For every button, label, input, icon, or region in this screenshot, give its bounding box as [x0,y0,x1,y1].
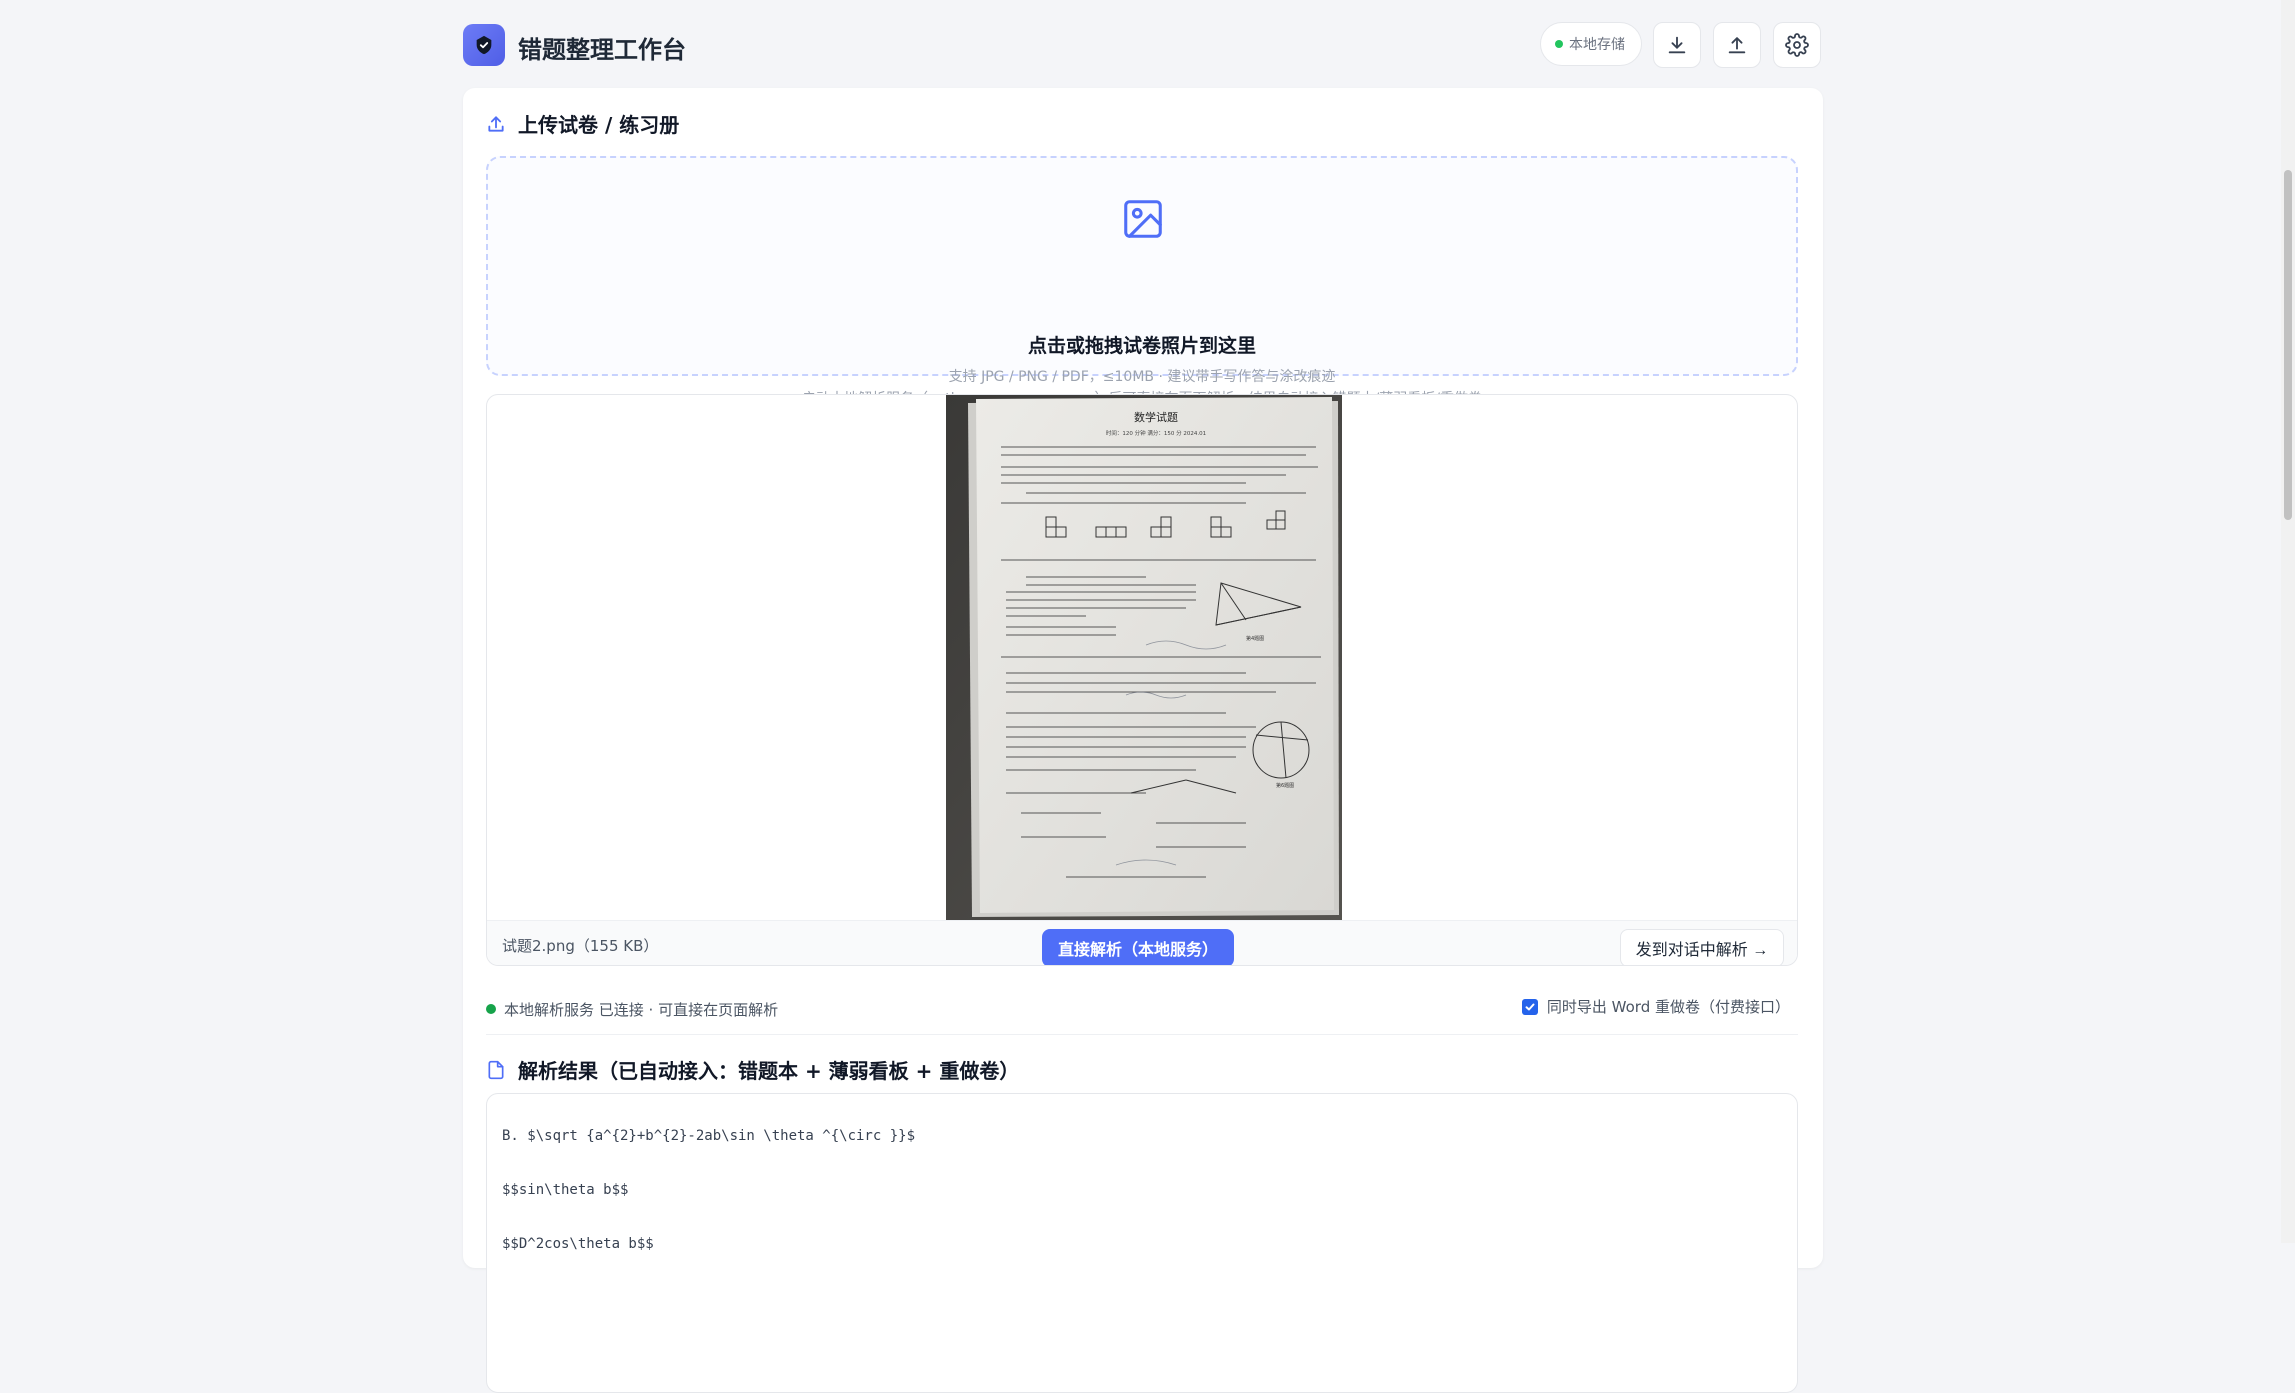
upload-section-title: 上传试卷 / 练习册 [518,113,680,137]
section-divider [486,1034,1798,1035]
exam-subtitle-text: 时间：120 分钟 满分：150 分 2024.01 [1106,429,1206,437]
image-preview-panel: 数学试题 时间：120 分钟 满分：150 分 2024.01 第4题图 第6题… [486,394,1798,966]
exam-photo-drawing: 数学试题 时间：120 分钟 满分：150 分 2024.01 第4题图 第6题… [946,395,1342,920]
exam-title-text: 数学试题 [1134,410,1178,424]
word-export-label: 同时导出 Word 重做卷（付费接口） [1546,998,1790,1016]
document-icon [488,1060,504,1079]
dropzone-title: 点击或拖拽试卷照片到这里 [1027,335,1256,357]
upload-dropzone[interactable]: 点击或拖拽试卷照片到这里 支持 JPG / PNG / PDF，≤10MB · … [486,156,1798,407]
word-export-toggle[interactable]: 同时导出 Word 重做卷（付费接口） [1521,996,1790,1017]
parse-result-output[interactable]: B. $\sqrt {a^{2}+b^{2}-2ab\sin \theta ^{… [486,1093,1798,1393]
app-logo [463,24,505,66]
result-line: $$D^2cos\theta b$$ [502,1236,654,1252]
storage-badge: 本地存储 [1540,22,1642,66]
file-name-label: 试题2.png（155 KB） [502,937,659,955]
result-section-title: 解析结果（已自动接入：错题本 + 薄弱看板 + 重做卷） [518,1059,1020,1083]
fig-label-text: 第4题图 [1246,635,1264,642]
result-line: $$sin\theta b$$ [502,1182,629,1198]
service-status-row: 本地解析服务 已连接 · 可直接在页面解析 同时导出 Word 重做卷（付费接口… [486,996,1798,1020]
top-bar: 错题整理工作台 本地存储 [463,22,1823,68]
download-button[interactable] [1653,22,1701,68]
fig-label-text-2: 第6题图 [1276,782,1294,789]
upload-button[interactable] [1713,22,1761,68]
storage-badge-label: 本地存储 [1569,37,1625,53]
shield-icon [476,35,492,55]
preview-actions-bar: 试题2.png（155 KB） 直接解析（本地服务） 发到对话中解析 → [487,920,1797,965]
scrollbar-track[interactable] [2281,0,2295,1243]
direct-parse-button[interactable]: 直接解析（本地服务） [1042,929,1234,965]
result-line: B. $\sqrt {a^{2}+b^{2}-2ab\sin \theta ^{… [502,1128,916,1144]
image-icon [1120,196,1166,246]
app-title: 错题整理工作台 [518,36,686,64]
word-export-checkbox[interactable] [1521,998,1538,1015]
status-dot [1555,40,1563,48]
service-status-dot [486,1004,496,1014]
download-icon [1668,36,1686,54]
upload-icon [1728,37,1746,54]
upload-section-header: 上传试卷 / 练习册 [486,109,679,138]
dropzone-hint-formats: 支持 JPG / PNG / PDF，≤10MB · 建议带手写作答与涂改痕迹 [948,369,1336,385]
service-status-text: 本地解析服务 已连接 · 可直接在页面解析 [504,1001,779,1019]
send-to-chat-button[interactable]: 发到对话中解析 → [1620,929,1784,965]
result-section-header: 解析结果（已自动接入：错题本 + 薄弱看板 + 重做卷） [486,1055,1019,1084]
main-card: 上传试卷 / 练习册 点击或拖拽试卷照片到这里 支持 JPG / PNG / P… [463,88,1823,1393]
check-icon [1525,1003,1535,1010]
exam-photo: 数学试题 时间：120 分钟 满分：150 分 2024.01 第4题图 第6题… [946,395,1342,920]
settings-button[interactable] [1773,22,1821,68]
upload-icon [488,115,504,132]
scrollbar-thumb[interactable] [2284,170,2292,520]
gear-icon [1785,33,1809,57]
